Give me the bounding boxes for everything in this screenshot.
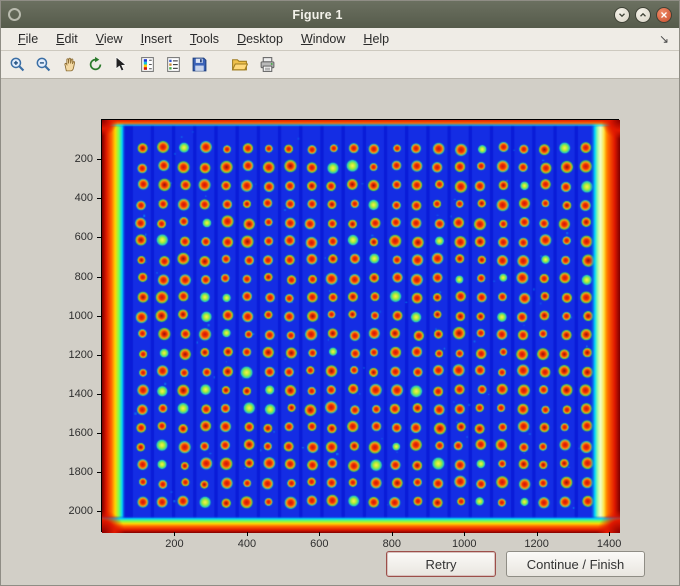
menu-edit[interactable]: Edit [47, 30, 87, 48]
rotate-3d-button[interactable] [83, 54, 107, 76]
x-tick-label: 400 [237, 538, 257, 550]
menu-tools[interactable]: Tools [181, 30, 228, 48]
figure-window: Figure 1 File Edit View Insert Tools Desktop W… [0, 0, 680, 586]
y-tick-mark [97, 315, 101, 317]
dock-figure-icon[interactable]: ↘ [659, 32, 671, 46]
insert-legend-icon [165, 56, 182, 73]
y-tick-mark [97, 159, 101, 161]
x-tick-label: 1200 [524, 538, 549, 550]
close-button[interactable] [656, 6, 672, 23]
data-cursor-icon [113, 56, 130, 73]
y-tick-mark [97, 511, 101, 513]
menu-insert[interactable]: Insert [132, 30, 181, 48]
menu-bar: File Edit View Insert Tools Desktop Window Help… [1, 28, 679, 51]
continue-finish-button[interactable]: Continue / Finish [506, 551, 645, 577]
y-tick-label: 2000 [68, 505, 93, 518]
menu-window[interactable]: Window [292, 30, 354, 48]
pan-icon [61, 56, 78, 73]
print-figure-button[interactable] [255, 54, 279, 76]
zoom-out-icon [35, 56, 52, 73]
data-cursor-button[interactable] [109, 54, 133, 76]
minimize-button[interactable] [614, 6, 630, 23]
y-tick-label: 600 [74, 231, 93, 244]
y-tick-label: 1600 [68, 427, 93, 440]
window-menu-icon[interactable] [8, 8, 21, 21]
y-tick-mark [97, 237, 101, 239]
menu-view[interactable]: View [87, 30, 132, 48]
chevron-down-icon [617, 10, 627, 20]
y-tick-mark [97, 472, 101, 474]
window-title: Figure 1 [292, 7, 343, 22]
retry-button[interactable]: Retry [386, 551, 496, 577]
menu-help[interactable]: Help [354, 30, 398, 48]
x-tick-mark [464, 532, 466, 536]
toolbar [1, 51, 679, 79]
plate-image [102, 120, 620, 533]
figure-canvas-area: 200 400 600 800 1000 1200 1400 200 400 600 800 1000… [1, 79, 679, 585]
y-tick-mark [97, 354, 101, 356]
x-tick-label: 200 [165, 538, 184, 550]
y-tick-label: 800 [74, 270, 93, 283]
x-tick-mark [391, 532, 393, 536]
zoom-in-button[interactable] [5, 54, 29, 76]
save-figure-button[interactable] [187, 54, 211, 76]
y-tick-label: 1200 [68, 348, 93, 361]
x-tick-mark [246, 532, 248, 536]
zoom-out-button[interactable] [31, 54, 55, 76]
y-tick-mark [97, 276, 101, 278]
x-tick-label: 600 [310, 538, 329, 550]
zoom-in-icon [9, 56, 26, 73]
maximize-button[interactable] [635, 6, 651, 23]
x-tick-label: 1400 [596, 538, 622, 550]
pan-button[interactable] [57, 54, 81, 76]
insert-colorbar-icon [139, 56, 156, 73]
y-tick-label: 1800 [68, 466, 93, 479]
open-file-icon [231, 56, 248, 73]
y-tick-mark [97, 433, 101, 435]
axes-box: 200 400 600 800 1000 1200 1400 200 400 600 800 1000… [69, 119, 621, 550]
x-tick-mark [319, 532, 321, 536]
menu-file[interactable]: File [9, 30, 47, 48]
x-tick-mark [536, 532, 538, 536]
y-tick-mark [97, 198, 101, 200]
close-x-icon [659, 10, 669, 20]
y-tick-label: 1000 [68, 309, 93, 322]
insert-colorbar-button[interactable] [135, 54, 159, 76]
y-tick-label: 1400 [68, 388, 93, 401]
insert-legend-button[interactable] [161, 54, 185, 76]
title-bar[interactable]: Figure 1 [1, 1, 679, 28]
open-file-button[interactable] [227, 54, 251, 76]
x-tick-label: 800 [382, 538, 401, 550]
x-tick-label: 1000 [451, 538, 477, 550]
x-tick-mark [174, 532, 176, 536]
chevron-up-icon [638, 10, 648, 20]
menu-items: File Edit View Insert Tools Desktop Window Help [9, 30, 398, 48]
rotate-3d-icon [87, 56, 104, 73]
save-figure-icon [191, 56, 208, 73]
menu-desktop[interactable]: Desktop [228, 30, 292, 48]
x-tick-mark [609, 532, 611, 536]
y-tick-label: 400 [74, 192, 93, 205]
y-tick-mark [97, 394, 101, 396]
window-controls [614, 6, 672, 23]
y-tick-label: 200 [74, 153, 93, 166]
print-figure-icon [259, 56, 276, 73]
